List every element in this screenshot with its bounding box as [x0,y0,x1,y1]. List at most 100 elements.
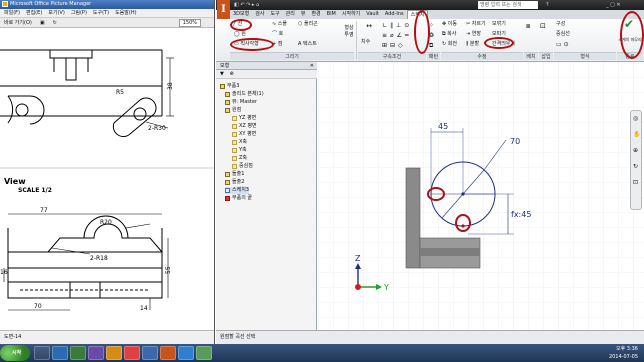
tree-item-part[interactable]: 부품3 [220,83,239,90]
tree-item-y-axis[interactable]: Y축 [232,147,247,154]
dim-fx-text[interactable]: fx:45 [511,210,531,219]
origin-point-icon [355,284,361,290]
copy-button[interactable]: ⧉ 복사 [442,31,456,38]
pan-icon[interactable]: ✋ [633,131,640,138]
navigation-bar[interactable]: ◎ ✋ ⊕ ↻ ⊡ [630,110,642,210]
fillet-button[interactable]: 모깎기 [492,21,506,28]
binoculars-icon[interactable]: ⊗ [229,71,233,77]
tree-item-xz-plane[interactable]: XZ 평면 [232,123,257,130]
split-icon: ⫼ [466,41,469,47]
inventor-logo[interactable]: I [217,0,230,19]
tab-view[interactable]: 뷰 [298,10,309,19]
dimension-button[interactable]: 치수 [361,39,370,46]
help-icon[interactable]: ? [546,0,549,10]
tree-item-yz-plane[interactable]: YZ 평면 [232,115,256,122]
constraint-icons-row3[interactable]: ⊞⊟◇ [382,42,406,49]
tree-item-view[interactable]: 뷰: Master [225,99,257,106]
circle-button[interactable]: ◯ 원 [234,31,246,38]
inventor-statusbar: 원점할 곡선 선택 [216,330,644,344]
quick-access-icons[interactable]: ◧ ↶ ↷ ▸ ⌂ [234,0,259,10]
dim-diameter-text[interactable]: 70 [510,137,520,146]
menu-help[interactable]: 도움말(H) [115,9,136,17]
start-button[interactable]: 시작 [0,345,30,361]
layout-icon[interactable]: ⧈ [526,23,530,30]
rotate-button[interactable]: ↻ 회전 [442,41,457,48]
mirror-icon[interactable]: ⧉ [429,42,433,49]
viewer-titlebar[interactable]: Microsoft Office Picture Manager [0,0,214,9]
spline-button[interactable]: ∿ 스플 [272,21,287,28]
menu-file[interactable]: 파일(F) [4,9,20,17]
orbit-icon[interactable]: ↻ [633,163,638,170]
zoom-select[interactable]: 150% [178,19,201,27]
taskbar-app-ie[interactable] [52,346,68,360]
tab-manage[interactable]: 관리 [283,10,298,19]
rotate-icon[interactable]: ↻ [53,18,57,27]
tree-item-extrusion1[interactable]: 돌출1 [225,171,244,178]
extend-button[interactable]: ⇥ 연장 [466,31,481,38]
tree-item-solid-bodies[interactable]: 솔리드 본체(1) [225,91,264,98]
tab-vault[interactable]: Vault [363,10,382,19]
zoom-icon[interactable]: ⊕ [633,147,638,154]
tree-item-x-axis[interactable]: X축 [232,139,247,146]
project-geometry-button[interactable]: 형상 투영 [342,25,356,39]
taskbar-app-9[interactable] [178,346,194,360]
inventor-titlebar[interactable]: ◧ ↶ ↷ ▸ ⌂ 명령 입력 또는 검색 ? _ ▢ ✕ [216,0,644,10]
polygon-button[interactable]: ⬡ 폴리곤 [298,21,318,28]
centerline-button[interactable]: 중심선 [556,31,570,38]
tab-environments[interactable]: 환경 [308,10,323,19]
taskbar-app-4[interactable] [88,346,104,360]
insert-image-icon[interactable]: ⊡ [540,23,546,30]
tree-item-sketch3[interactable]: 스케치3 [225,187,249,194]
panel-insert-label: 삽입 [539,52,553,60]
tab-get-started[interactable]: 시작하기 [339,10,363,19]
menu-tools[interactable]: 도구(T) [93,9,109,17]
dim-45-text[interactable]: 45 [438,122,448,131]
tab-tools[interactable]: 도구 [267,10,282,19]
tab-inspect[interactable]: 검사 [252,10,267,19]
text-button[interactable]: A 텍스트 [298,41,317,48]
constraint-icons-row2[interactable]: ≡⌀∠═ [382,32,412,39]
folder-icon[interactable]: ▣ [40,18,45,27]
menu-picture[interactable]: 그림(P) [71,9,87,17]
move-button[interactable]: ✥ 이동 [442,21,457,28]
taskbar-app-5[interactable] [106,346,122,360]
browser-close-icon[interactable]: ✕ [310,62,314,70]
construction-button[interactable]: 구성 [556,21,565,28]
tree-item-center-point[interactable]: 중심점 [232,163,253,170]
dimension-icon[interactable]: ↔ [363,23,375,30]
quadrant-point[interactable] [461,224,465,228]
constraint-icons[interactable]: ∟∥⊥⊙ [382,22,412,29]
arc-button[interactable]: ⌒ 호 [272,31,283,38]
tab-3d-model[interactable]: 3D모형 [230,10,252,19]
taskbar-app-explorer[interactable] [34,346,50,360]
taskbar-app-chrome[interactable] [124,346,140,360]
command-search-input[interactable]: 명령 입력 또는 검색 [478,1,538,9]
tree-item-xy-plane[interactable]: XY 평면 [232,131,256,138]
taskbar-app-inventor[interactable] [160,346,176,360]
steeringwheel-icon[interactable]: ◎ [633,115,638,122]
sketch-canvas[interactable]: 45 70 fx:45 Z Y [318,62,644,330]
circle-center-point[interactable] [461,192,465,196]
tree-item-extrusion2[interactable]: 돌출2 [225,179,244,186]
filter-icon[interactable]: ▼ [220,71,224,77]
tree-item-end-of-part[interactable]: 부품의 끝 [225,195,252,202]
taskbar-app-media[interactable] [70,346,86,360]
trim-button[interactable]: ✂ 자르기 [466,21,486,28]
menu-view[interactable]: 보기(V) [48,9,65,17]
menu-edit[interactable]: 편집(E) [26,9,42,17]
tab-add-ins[interactable]: Add-Ins [382,10,407,19]
browser-title[interactable]: 모형 [220,63,229,69]
graphics-window[interactable]: 45 70 fx:45 Z Y [318,62,644,330]
look-at-icon[interactable]: ⊡ [633,179,638,186]
shortcut-button[interactable]: 바로 가기(O) [4,18,32,27]
tree-item-z-axis[interactable]: Z축 [232,155,247,162]
window-controls[interactable]: _ ▢ ✕ [606,0,621,10]
format-icons[interactable]: ▭ ⊙ [556,41,569,48]
tree-item-origin[interactable]: 원점 [225,107,241,114]
system-tray[interactable]: 오후 3:36 2014-07-05 [574,344,644,362]
split-button[interactable]: ⫼ 분할 [466,41,479,48]
viewer-statusbar: 도면-14 [0,330,214,344]
tab-bim[interactable]: BIM [324,10,339,19]
taskbar-app-10[interactable] [196,346,212,360]
taskbar-app-7[interactable] [142,346,158,360]
